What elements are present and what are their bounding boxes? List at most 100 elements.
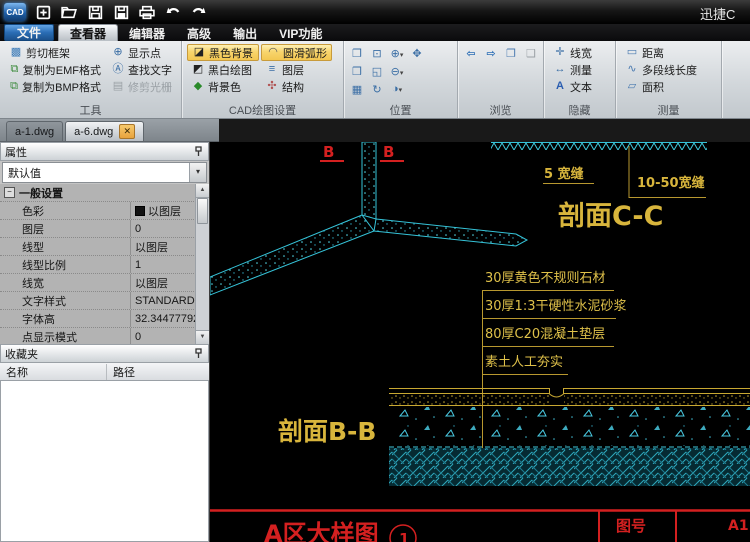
black-background-icon: ◪ [192, 46, 206, 59]
menu-vip[interactable]: VIP功能 [268, 24, 333, 41]
scroll-down-icon[interactable]: ▼ [196, 330, 209, 344]
zoom-in-icon[interactable]: ⊕▾ [389, 47, 405, 60]
prop-row-ltscale[interactable]: 线型比例1 [0, 256, 196, 274]
measure-icon: ↔ [553, 63, 567, 76]
prop-row-linetype[interactable]: 线型以图层 [0, 238, 196, 256]
favorites-list[interactable] [0, 381, 209, 542]
measure-toggle[interactable]: ↔测量 [549, 61, 611, 78]
text-toggle[interactable]: A文本 [549, 78, 611, 95]
preset-dropdown[interactable]: 默认值 ▾ [2, 162, 207, 183]
previous-view-icon[interactable]: ❐ [503, 47, 519, 60]
doc-tab-a6[interactable]: a-6.dwg ✕ [65, 121, 144, 141]
dropdown-arrow-icon[interactable]: ▾ [189, 163, 206, 182]
clip-frame-button[interactable]: ▩剪切框架 [5, 44, 105, 61]
pan-view-icon[interactable]: ❐ [349, 47, 365, 60]
trim-raster-button[interactable]: ▤修剪光栅 [107, 78, 176, 95]
menu-viewer[interactable]: 查看器 [58, 24, 118, 41]
copy-bmp-button[interactable]: ⧉复制为BMP格式 [5, 78, 105, 95]
copy-emf-icon: ⧉ [9, 63, 20, 76]
app-logo-icon[interactable]: CAD [4, 3, 26, 21]
prop-row-fontheight[interactable]: 字体高32.344777925 [0, 310, 196, 328]
prop-row-layer[interactable]: 图层0 [0, 220, 196, 238]
layers-button[interactable]: ≡图层 [261, 61, 332, 78]
svg-text:A区大样图: A区大样图 [264, 520, 379, 542]
text-label: 文本 [570, 79, 592, 95]
redo-button[interactable] [188, 3, 210, 21]
open-file-button[interactable] [58, 3, 80, 21]
background-color-button[interactable]: ◆背景色 [187, 78, 259, 95]
polyline-length-label: 多段线长度 [642, 62, 697, 78]
section-cc-title: 剖面C-C [558, 200, 663, 232]
new-file-button[interactable] [32, 3, 54, 21]
ribbon-group-tools: ▩剪切框架 ⧉复制为EMF格式 ⧉复制为BMP格式 ⊕显示点 Ⓐ查找文字 ▤修剪… [0, 41, 182, 118]
group-label-measure: 测量 [616, 102, 721, 118]
save-button[interactable] [84, 3, 106, 21]
favorites-columns: 名称 路径 [0, 363, 209, 381]
scroll-up-icon[interactable]: ▲ [196, 184, 209, 198]
trim-raster-icon: ▤ [111, 80, 125, 93]
views-icon[interactable]: ▦ [349, 83, 365, 96]
close-tab-icon[interactable]: ✕ [119, 124, 135, 139]
menu-editor[interactable]: 编辑器 [118, 24, 176, 41]
favorites-col-name[interactable]: 名称 [0, 364, 107, 380]
smooth-arc-button[interactable]: ◠圆滑弧形 [261, 44, 332, 61]
find-text-button[interactable]: Ⓐ查找文字 [107, 61, 176, 78]
show-points-button[interactable]: ⊕显示点 [107, 44, 176, 61]
shade-mode-icon[interactable]: ◑▾ [389, 83, 405, 95]
zoom-window-icon[interactable]: ⊡ [369, 47, 385, 60]
prop-row-pointmode[interactable]: 点显示模式0 [0, 328, 196, 344]
seam-labels: 5 宽缝 10-50宽缝 [543, 146, 706, 198]
group-label-hide: 隐藏 [544, 102, 615, 118]
rotate-view-icon[interactable]: ↻ [369, 83, 385, 96]
section-general[interactable]: −一般设置 [0, 184, 196, 202]
black-background-label: 黑色背景 [209, 45, 253, 61]
structure-icon: ✣ [265, 80, 279, 93]
bw-drawing-button[interactable]: ◩黑白绘图 [187, 61, 259, 78]
menu-file[interactable]: 文件 [4, 24, 54, 41]
save-as-button[interactable] [110, 3, 132, 21]
prop-row-textstyle[interactable]: 文字样式STANDARD [0, 292, 196, 310]
section-bb-title: 剖面B-B [278, 417, 377, 446]
property-scrollbar[interactable]: ▲ ▼ [195, 184, 209, 344]
favorites-col-path[interactable]: 路径 [107, 364, 135, 380]
zoom-extents-icon[interactable]: ◱ [369, 65, 385, 78]
distance-button[interactable]: ▭距离 [621, 44, 717, 61]
zoom-out-icon[interactable]: ⊖▾ [389, 65, 405, 78]
properties-header: 属性 [0, 142, 209, 161]
print-button[interactable] [136, 3, 158, 21]
cad-drawing: B B 5 宽缝 10-50宽缝 剖面C-C 30厚黄色不规则石材 [210, 142, 750, 542]
copy-view-icon[interactable]: ❒ [349, 65, 365, 78]
favorites-title: 收藏夹 [5, 346, 192, 362]
area-button[interactable]: ▱面积 [621, 78, 717, 95]
menu-output[interactable]: 输出 [222, 24, 268, 41]
pin-icon[interactable] [192, 348, 204, 360]
prop-row-lineweight[interactable]: 线宽以图层 [0, 274, 196, 292]
svg-text:80厚C20混凝土垫层: 80厚C20混凝土垫层 [485, 326, 605, 342]
view-forward-icon[interactable]: ⇨ [483, 47, 499, 60]
doc-tab-a1[interactable]: a-1.dwg [6, 121, 63, 141]
copy-emf-button[interactable]: ⧉复制为EMF格式 [5, 61, 105, 78]
tabstrip-filler [219, 119, 750, 142]
menu-advanced[interactable]: 高级 [176, 24, 222, 41]
cad-viewport[interactable]: B B 5 宽缝 10-50宽缝 剖面C-C 30厚黄色不规则石材 [210, 142, 750, 542]
undo-button[interactable] [162, 3, 184, 21]
plan-bands [210, 142, 527, 295]
next-view-icon[interactable]: ❑ [523, 47, 539, 60]
lineweight-toggle[interactable]: ✛线宽 [549, 44, 611, 61]
structure-button[interactable]: ✣结构 [261, 78, 332, 95]
collapse-icon[interactable]: − [4, 187, 15, 198]
preset-value: 默认值 [8, 165, 41, 181]
hand-pan-icon[interactable]: ✥ [409, 47, 425, 60]
copy-bmp-label: 复制为BMP格式 [22, 79, 101, 95]
svg-text:图号: 图号 [616, 517, 646, 535]
pin-icon[interactable] [192, 146, 204, 158]
svg-text:30厚黄色不规则石材: 30厚黄色不规则石材 [485, 270, 606, 286]
scroll-thumb[interactable] [197, 198, 208, 224]
polyline-length-button[interactable]: ∿多段线长度 [621, 61, 717, 78]
view-back-icon[interactable]: ⇦ [463, 47, 479, 60]
clip-frame-label: 剪切框架 [26, 45, 70, 61]
black-background-button[interactable]: ◪黑色背景 [187, 44, 259, 61]
area-label: 面积 [642, 79, 664, 95]
svg-text:A1: A1 [728, 518, 749, 534]
prop-row-color[interactable]: 色彩以图层 [0, 202, 196, 220]
